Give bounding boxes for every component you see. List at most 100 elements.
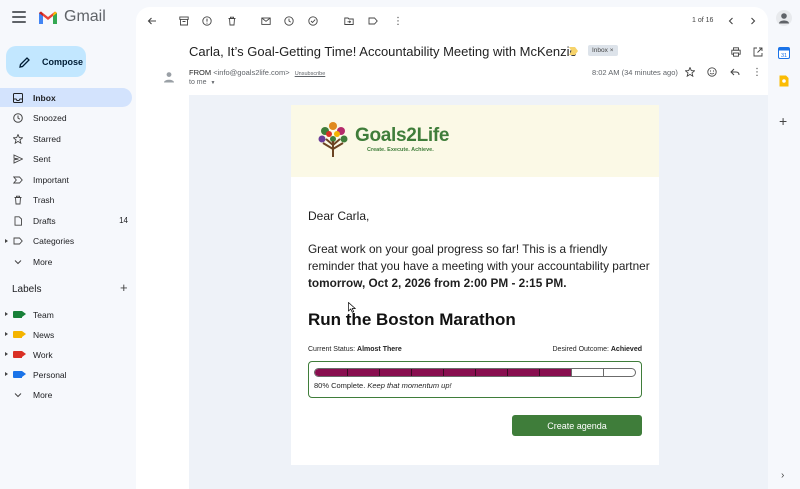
sidebar-item-inbox[interactable]: Inbox: [0, 88, 132, 107]
trash-icon: [13, 195, 23, 205]
expand-arrow-icon[interactable]: [5, 352, 8, 356]
label-name: News: [33, 330, 55, 340]
chevron-down-icon: [13, 257, 23, 267]
expand-arrow-icon[interactable]: [5, 332, 8, 336]
mark-unread-icon[interactable]: [260, 15, 272, 27]
add-app-icon[interactable]: +: [779, 113, 787, 129]
label-icon: [13, 236, 23, 246]
label-tag-icon: [13, 331, 26, 338]
sidebar-item-label: Snoozed: [33, 113, 67, 123]
progress-segment-divider: [379, 369, 380, 376]
sender-email: <info@goals2life.com>: [213, 68, 290, 77]
sidebar-item-categories[interactable]: Categories: [0, 232, 132, 251]
meeting-time: tomorrow, Oct 2, 2026 from 2:00 PM - 2:1…: [308, 276, 567, 290]
sidebar-item-label: Starred: [33, 133, 61, 144]
labels-header: Labels: [12, 284, 42, 295]
label-name: More: [33, 390, 53, 400]
brand-tagline: Create. Execute. Achieve.: [367, 147, 434, 153]
inbox-chip-label: Inbox: [592, 47, 608, 54]
compose-button[interactable]: Compose: [6, 46, 86, 77]
archive-icon[interactable]: [178, 15, 190, 27]
sidebar-item-more[interactable]: More: [0, 252, 132, 271]
important-icon: [13, 175, 23, 185]
unsubscribe-link[interactable]: Unsubscribe: [295, 71, 326, 77]
main-menu-icon[interactable]: [12, 11, 26, 23]
status-label: Current Status:: [308, 346, 356, 353]
progress-note: Keep that momentum up!: [367, 381, 452, 390]
expand-arrow-icon[interactable]: [5, 372, 8, 376]
inbox-icon: [13, 92, 23, 103]
snooze-icon[interactable]: [283, 15, 295, 27]
sidebar-item-sent[interactable]: Sent: [0, 150, 132, 169]
person-icon: [779, 13, 789, 24]
sidebar-item-label: More: [33, 256, 53, 267]
brand-name: Goals2Life: [355, 125, 450, 146]
label-item-news[interactable]: News: [0, 325, 132, 345]
delete-icon[interactable]: [226, 15, 238, 27]
sidebar-item-trash[interactable]: Trash: [0, 191, 132, 210]
account-avatar[interactable]: [776, 10, 792, 26]
open-new-window-icon[interactable]: [752, 46, 764, 58]
progress-segment-divider: [507, 369, 508, 376]
chevron-right-icon[interactable]: ›: [781, 470, 784, 481]
status-row: Current Status: Almost There Desired Out…: [308, 346, 642, 353]
label-item-personal[interactable]: Personal: [0, 365, 132, 385]
send-icon: [13, 154, 23, 164]
pager-text: 1 of 16: [692, 17, 714, 24]
expand-arrow-icon[interactable]: [5, 238, 8, 243]
report-spam-icon[interactable]: [201, 15, 213, 27]
sidebar-item-important[interactable]: Important: [0, 170, 132, 189]
more-vert-icon[interactable]: ⋮: [751, 66, 763, 78]
create-agenda-button[interactable]: Create agenda: [512, 415, 642, 436]
sidebar-item-drafts[interactable]: Drafts 14: [0, 211, 132, 230]
emoji-icon[interactable]: [706, 66, 718, 78]
sender-avatar-icon[interactable]: [163, 71, 175, 83]
progress-segment-divider: [411, 369, 412, 376]
star-icon[interactable]: [684, 66, 696, 78]
pencil-icon: [19, 56, 30, 68]
sidebar-item-label: Important: [33, 174, 69, 185]
add-label-icon[interactable]: +: [120, 280, 128, 295]
expand-arrow-icon[interactable]: [5, 312, 8, 316]
email-greeting: Dear Carla,: [308, 209, 370, 223]
sidebar-item-label: Drafts: [33, 215, 56, 226]
label-name: Work: [33, 350, 53, 360]
recipient-line[interactable]: to me ▼: [189, 79, 215, 86]
progress-segment-divider: [539, 369, 540, 376]
labels-more[interactable]: More: [0, 385, 132, 405]
message-toolbar: ⋮ 1 of 16: [136, 7, 768, 35]
add-task-icon[interactable]: [307, 15, 319, 27]
sender-line: FROM <info@goals2life.com> Unsubscribe: [189, 68, 325, 77]
gmail-logo[interactable]: Gmail: [38, 8, 106, 26]
sidebar-item-starred[interactable]: Starred: [0, 129, 132, 148]
calendar-app-icon[interactable]: 31: [778, 47, 790, 59]
move-to-icon[interactable]: [343, 15, 355, 27]
keep-app-icon[interactable]: [778, 75, 790, 87]
progress-label: 80% Complete.: [314, 381, 366, 390]
more-vert-icon[interactable]: ⋮: [392, 15, 404, 27]
inbox-chip[interactable]: Inbox ×: [588, 45, 618, 56]
sender-name[interactable]: FROM: [189, 68, 211, 77]
chip-close-icon[interactable]: ×: [610, 47, 614, 54]
progress-text: 80% Complete. Keep that momentum up!: [314, 381, 452, 390]
outcome-label: Desired Outcome:: [552, 346, 609, 353]
label-item-team[interactable]: Team: [0, 305, 132, 325]
email-card: Goals2Life Create. Execute. Achieve. Dea…: [291, 105, 659, 465]
label-icon[interactable]: [367, 15, 379, 27]
chevron-down-icon: ▼: [210, 80, 216, 86]
message-date: 8:02 AM (34 minutes ago): [592, 68, 678, 77]
important-marker-icon[interactable]: [569, 47, 578, 55]
label-item-work[interactable]: Work: [0, 345, 132, 365]
chevron-left-icon[interactable]: [725, 15, 737, 27]
print-icon[interactable]: [730, 46, 742, 58]
goal-title: Run the Boston Marathon: [308, 310, 516, 329]
progress-bar: [314, 368, 636, 377]
progress-segment-divider: [443, 369, 444, 376]
progress-segment-divider: [347, 369, 348, 376]
sidebar-item-snoozed[interactable]: Snoozed: [0, 109, 132, 128]
chevron-right-icon[interactable]: [747, 15, 759, 27]
star-icon: [13, 133, 23, 144]
back-arrow-icon[interactable]: [146, 15, 158, 27]
reply-icon[interactable]: [729, 66, 741, 78]
app-name: Gmail: [64, 8, 106, 25]
